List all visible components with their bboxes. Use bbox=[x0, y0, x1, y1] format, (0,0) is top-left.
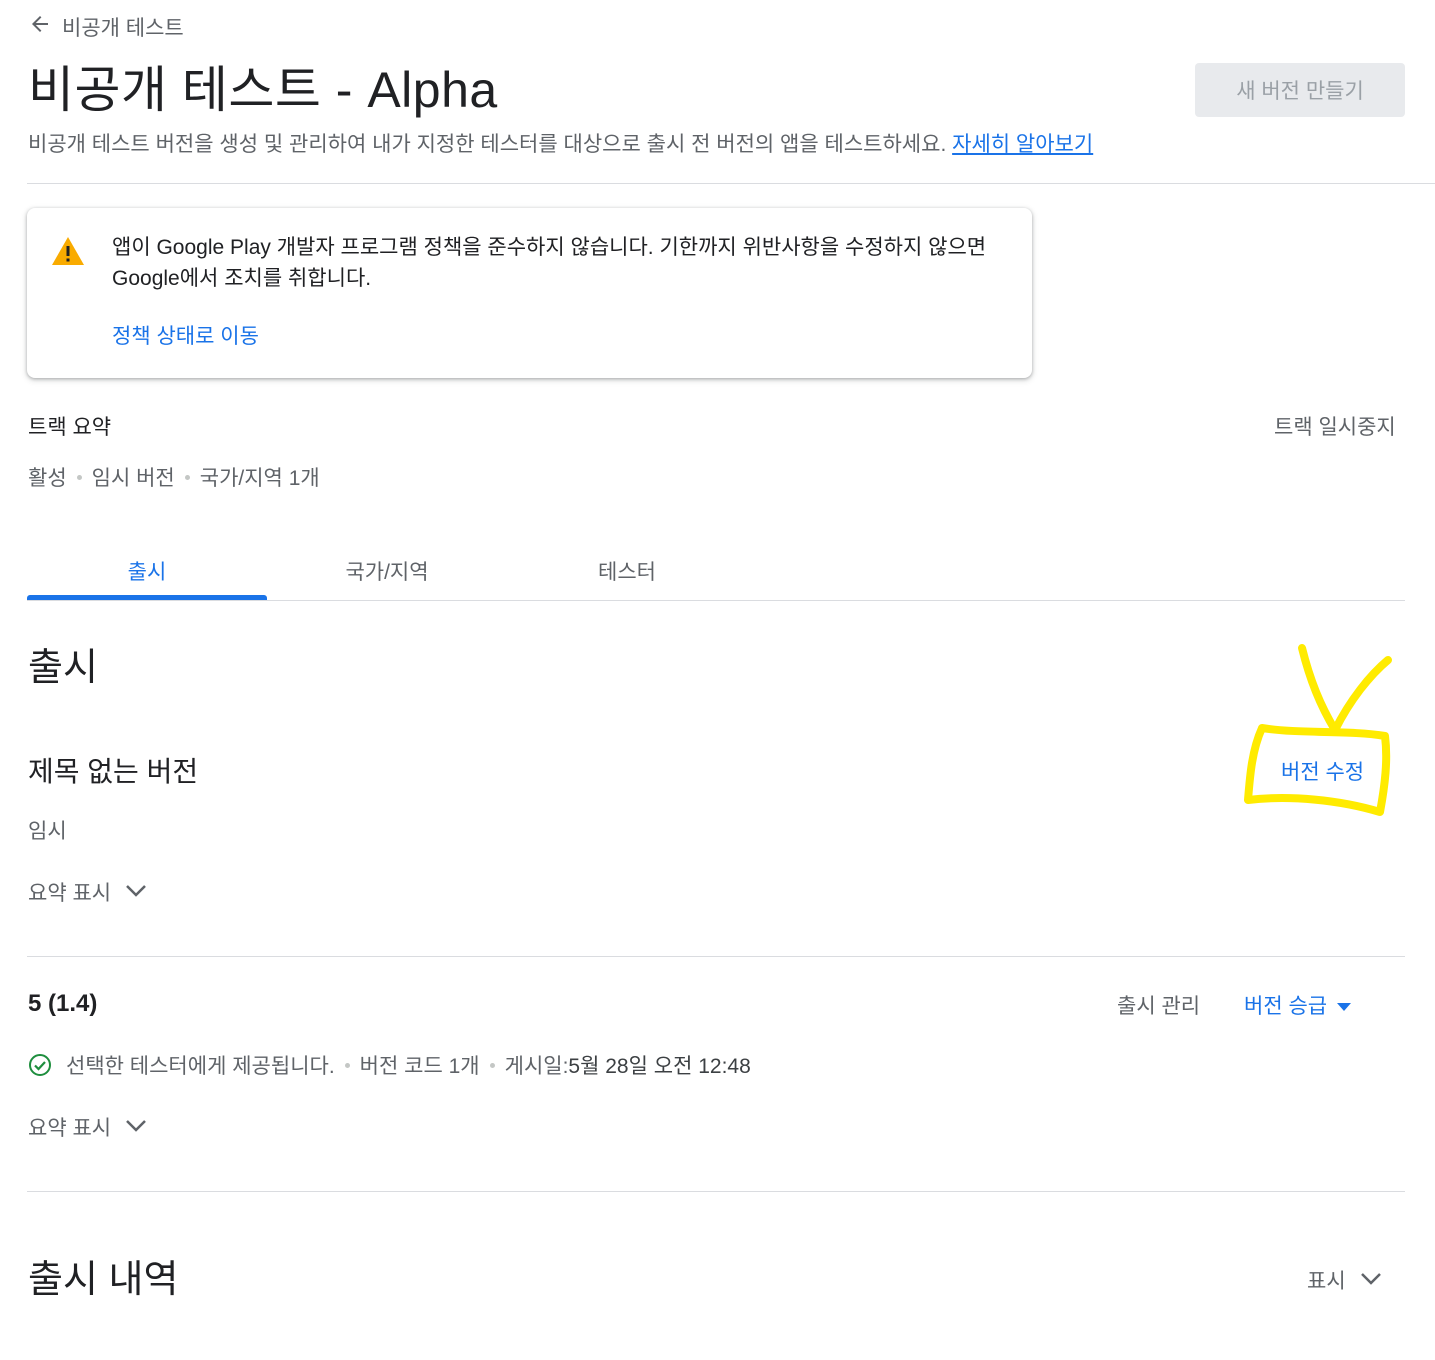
published-date: 5월 28일 오전 12:48 bbox=[568, 1055, 751, 1078]
tab-countries[interactable]: 국가/지역 bbox=[267, 556, 507, 586]
breadcrumb[interactable]: 비공개 테스트 bbox=[28, 12, 184, 42]
highlight-annotation bbox=[1244, 644, 1392, 816]
policy-warning-card: 앱이 Google Play 개발자 프로그램 정책을 준수하지 않습니다. 기… bbox=[27, 208, 1032, 378]
learn-more-link[interactable]: 자세히 알아보기 bbox=[952, 133, 1093, 156]
show-summary-label[interactable]: 요약 표시 bbox=[28, 877, 111, 907]
manage-release-button[interactable]: 출시 관리 bbox=[1117, 990, 1200, 1020]
page-title: 비공개 테스트 - Alpha bbox=[28, 62, 498, 118]
go-to-policy-status-link[interactable]: 정책 상태로 이동 bbox=[112, 320, 259, 350]
release-meta: 선택한 테스터에게 제공됩니다. 버전 코드 1개 게시일: 5월 28일 오전… bbox=[28, 1050, 751, 1080]
promote-release-button[interactable]: 버전 승급 bbox=[1244, 990, 1352, 1020]
pause-track-button[interactable]: 트랙 일시중지 bbox=[1274, 411, 1396, 441]
separator-dot bbox=[489, 1062, 495, 1068]
release-show-summary[interactable]: 요약 표시 bbox=[28, 1112, 147, 1142]
release-name: 5 (1.4) bbox=[28, 990, 98, 1017]
track-countries: 국가/지역 1개 bbox=[199, 467, 320, 490]
page-description: 비공개 테스트 버전을 생성 및 관리하여 내가 지정한 테스터를 대상으로 출… bbox=[28, 128, 1093, 158]
divider bbox=[27, 956, 1405, 957]
release-status: 선택한 테스터에게 제공됩니다. bbox=[66, 1055, 335, 1078]
track-summary-title: 트랙 요약 bbox=[28, 416, 112, 439]
track-meta: 활성 임시 버전 국가/지역 1개 bbox=[28, 462, 320, 492]
track-status: 활성 bbox=[28, 467, 67, 490]
edit-release-button[interactable]: 버전 수정 bbox=[1281, 756, 1364, 786]
check-circle-icon bbox=[28, 1053, 52, 1077]
show-history-label[interactable]: 표시 bbox=[1307, 1265, 1346, 1295]
chevron-down-icon[interactable] bbox=[125, 1115, 147, 1139]
version-codes: 버전 코드 1개 bbox=[359, 1055, 480, 1078]
create-new-release-button[interactable]: 새 버전 만들기 bbox=[1195, 63, 1405, 117]
warning-icon bbox=[51, 236, 85, 271]
draft-show-summary[interactable]: 요약 표시 bbox=[28, 877, 147, 907]
release-history-toggle[interactable]: 표시 bbox=[1307, 1265, 1382, 1295]
dropdown-arrow-icon[interactable] bbox=[1337, 993, 1352, 1017]
tab-releases[interactable]: 출시 bbox=[27, 556, 267, 586]
separator-dot bbox=[184, 474, 190, 480]
show-summary-label[interactable]: 요약 표시 bbox=[28, 1112, 111, 1142]
header-divider bbox=[27, 183, 1435, 184]
breadcrumb-label[interactable]: 비공개 테스트 bbox=[62, 12, 184, 42]
tab-testers[interactable]: 테스터 bbox=[507, 556, 747, 586]
divider bbox=[27, 1191, 1405, 1192]
separator-dot bbox=[76, 474, 82, 480]
chevron-down-icon[interactable] bbox=[125, 880, 147, 904]
description-text: 비공개 테스트 버전을 생성 및 관리하여 내가 지정한 테스터를 대상으로 출… bbox=[28, 133, 947, 156]
separator-dot bbox=[344, 1062, 350, 1068]
back-arrow-icon[interactable] bbox=[28, 12, 52, 42]
chevron-down-icon[interactable] bbox=[1360, 1268, 1382, 1292]
release-history-title: 출시 내역 bbox=[28, 1259, 179, 1301]
draft-release-title: 제목 없는 버전 bbox=[28, 756, 199, 787]
draft-status: 임시 bbox=[28, 820, 67, 843]
warning-message: 앱이 Google Play 개발자 프로그램 정책을 준수하지 않습니다. 기… bbox=[112, 236, 987, 290]
published-label: 게시일: bbox=[504, 1055, 569, 1078]
track-draft-info: 임시 버전 bbox=[91, 467, 175, 490]
section-title: 출시 bbox=[28, 647, 98, 689]
tabs-divider bbox=[27, 600, 1405, 601]
promote-release-label[interactable]: 버전 승급 bbox=[1244, 990, 1327, 1020]
